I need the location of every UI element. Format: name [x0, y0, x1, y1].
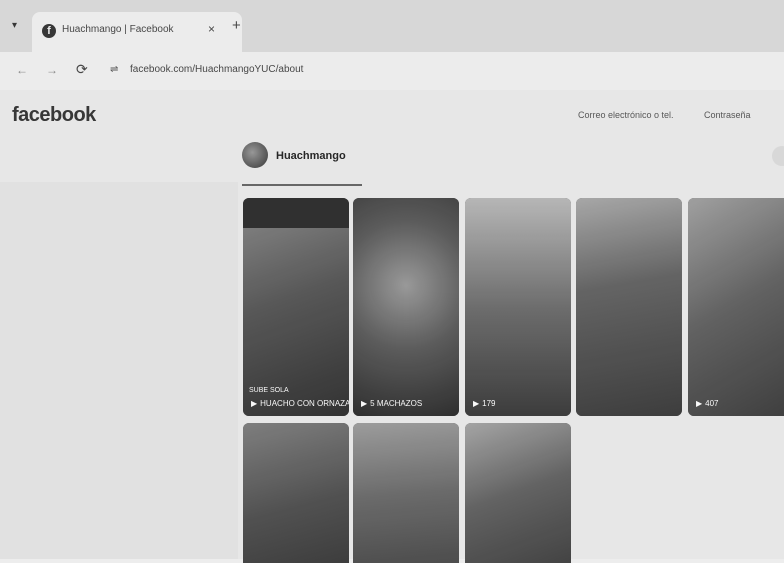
profile-name[interactable]: Huachmango — [276, 150, 346, 162]
password-field[interactable]: Contraseña — [704, 110, 751, 120]
reel-label: ▶ 407 — [696, 399, 719, 408]
reel-image — [576, 198, 682, 416]
reel-image — [243, 198, 349, 416]
reel-top-band — [243, 198, 349, 228]
forward-icon[interactable]: → — [46, 63, 58, 77]
reel-label: ▶ 179 — [473, 399, 496, 408]
reel-image — [688, 198, 784, 416]
reel-thumbnail[interactable]: SUBE SOLA ▶ HUACHO CON ORNAZA — [243, 198, 349, 416]
reel-image — [465, 198, 571, 416]
address-bar[interactable]: facebook.com/HuachmangoYUC/about — [130, 64, 303, 75]
facebook-logo[interactable]: facebook — [12, 104, 96, 127]
new-tab-icon[interactable]: + — [232, 17, 241, 34]
left-panel — [0, 182, 238, 559]
reel-caption: SUBE SOLA — [249, 387, 289, 394]
reel-thumbnail[interactable]: ▶ 5 MACHAZOS — [353, 198, 459, 416]
reel-label: ▶ 5 MACHAZOS — [361, 399, 423, 408]
profile-header: Huachmango — [242, 142, 784, 186]
reel-image — [465, 423, 571, 563]
back-icon[interactable]: ← — [16, 63, 28, 77]
reload-icon[interactable]: ⟳ — [76, 61, 88, 78]
reel-thumbnail[interactable]: ▶ 407 — [688, 198, 784, 416]
active-tab-underline — [242, 184, 362, 186]
close-tab-icon[interactable]: × — [208, 22, 215, 36]
play-icon: ▶ — [696, 399, 703, 408]
tab-title: Huachmango | Facebook — [62, 24, 174, 35]
email-field[interactable]: Correo electrónico o tel. — [578, 110, 674, 120]
browser-tab[interactable]: f Huachmango | Facebook × — [32, 12, 242, 52]
browser-toolbar: ← → ⟳ ⇌ facebook.com/HuachmangoYUC/about — [0, 52, 784, 90]
site-settings-icon[interactable]: ⇌ — [110, 64, 118, 75]
reel-thumbnail[interactable] — [243, 423, 349, 563]
reel-thumbnail[interactable] — [576, 198, 682, 416]
reel-thumbnail[interactable]: ▶ 179 — [465, 198, 571, 416]
reel-thumbnail[interactable] — [353, 423, 459, 563]
tab-bar: ▾ f Huachmango | Facebook × + — [0, 0, 784, 52]
facebook-icon: f — [42, 24, 56, 38]
avatar[interactable] — [242, 142, 268, 168]
play-icon: ▶ — [361, 399, 368, 408]
more-options-icon[interactable] — [772, 146, 784, 166]
play-icon: ▶ — [473, 399, 480, 408]
play-icon: ▶ — [251, 399, 258, 408]
reel-thumbnail[interactable] — [465, 423, 571, 563]
reel-image — [243, 423, 349, 563]
tab-search-dropdown-icon[interactable]: ▾ — [12, 20, 17, 31]
reel-label: ▶ HUACHO CON ORNAZA — [251, 399, 349, 408]
page-content: facebook Correo electrónico o tel. Contr… — [0, 90, 784, 563]
reel-image — [353, 198, 459, 416]
reel-image — [353, 423, 459, 563]
